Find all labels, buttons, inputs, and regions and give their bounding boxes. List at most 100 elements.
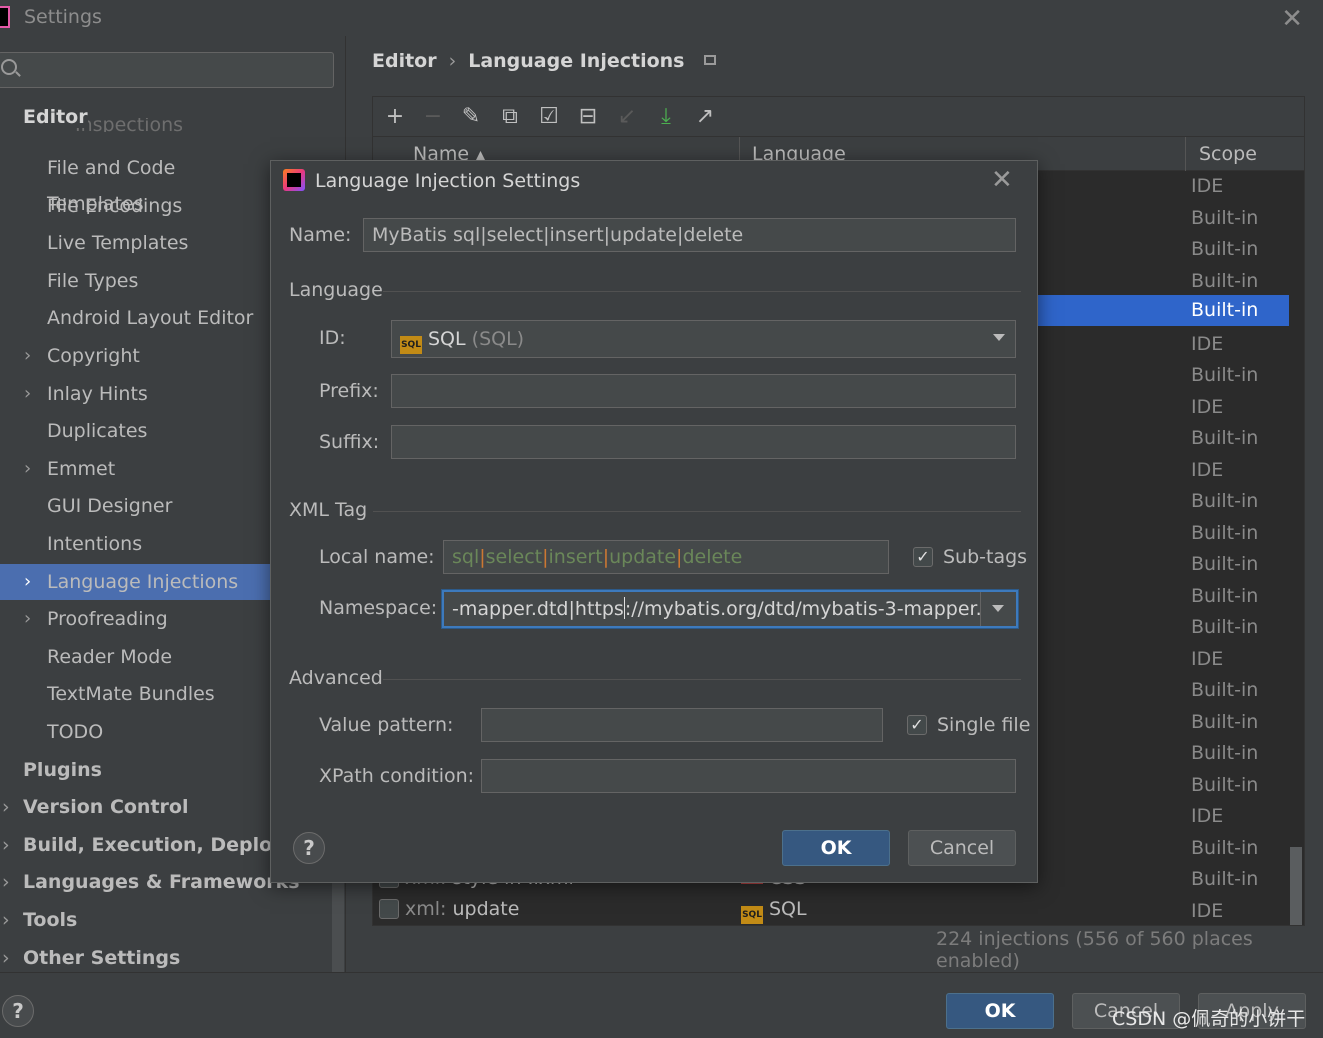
scope-value: Built-in bbox=[1191, 742, 1259, 764]
ok-button[interactable]: OK bbox=[946, 993, 1054, 1029]
scope-cell[interactable]: Built-in bbox=[1191, 203, 1289, 234]
single-file-checkbox[interactable]: ✓ bbox=[907, 715, 927, 735]
sidebar-item[interactable]: Live Templates bbox=[0, 225, 270, 261]
scope-cell[interactable]: IDE bbox=[1191, 455, 1289, 486]
import-disabled-icon[interactable]: ↙ bbox=[615, 105, 639, 129]
breadcrumb-parent[interactable]: Editor bbox=[372, 50, 437, 72]
chevron-right-icon[interactable]: › bbox=[24, 601, 31, 637]
scope-cell[interactable]: Built-in bbox=[1191, 266, 1289, 297]
scope-cell[interactable]: Built-in bbox=[1191, 486, 1289, 517]
chevron-right-icon[interactable]: › bbox=[2, 789, 10, 825]
sidebar-item-label: TextMate Bundles bbox=[47, 683, 215, 705]
value-pattern-field[interactable] bbox=[481, 708, 883, 742]
sidebar-item[interactable]: › Proofreading bbox=[0, 601, 270, 637]
local-name-field[interactable]: sql|select|insert|update|delete bbox=[443, 540, 889, 574]
subtags-checkbox[interactable]: ✓ bbox=[913, 547, 933, 567]
chevron-right-icon[interactable]: › bbox=[24, 376, 31, 412]
sidebar-item[interactable]: TODO bbox=[0, 714, 270, 750]
chevron-right-icon[interactable]: › bbox=[24, 451, 31, 487]
suffix-field[interactable] bbox=[391, 425, 1016, 459]
breadcrumb-current: Language Injections bbox=[468, 50, 685, 72]
enable-all-icon[interactable]: ☑ bbox=[537, 105, 561, 129]
column-scope[interactable]: Scope bbox=[1199, 143, 1257, 165]
selected-row[interactable]: Built-in bbox=[1038, 295, 1289, 326]
xpath-condition-field[interactable] bbox=[481, 759, 1016, 793]
table-scrollbar[interactable] bbox=[1290, 847, 1302, 925]
dialog-ok-button[interactable]: OK bbox=[782, 830, 890, 866]
sidebar-item[interactable]: Duplicates bbox=[0, 413, 270, 449]
scope-cell[interactable]: Built-in bbox=[1191, 549, 1289, 580]
edit-icon[interactable]: ✎ bbox=[459, 105, 483, 129]
close-icon[interactable]: ✕ bbox=[991, 165, 1013, 195]
scope-cell[interactable]: Built-in bbox=[1191, 518, 1289, 549]
chevron-right-icon[interactable]: › bbox=[24, 338, 31, 374]
add-icon[interactable]: + bbox=[383, 105, 407, 129]
scope-cell[interactable]: IDE bbox=[1191, 329, 1289, 360]
scope-value: Built-in bbox=[1191, 490, 1259, 512]
chevron-right-icon[interactable]: › bbox=[2, 827, 10, 863]
scope-cell[interactable]: IDE bbox=[1191, 896, 1289, 927]
scope-cell[interactable]: IDE bbox=[1191, 171, 1289, 202]
sidebar-item[interactable]: › Language Injections bbox=[0, 564, 270, 600]
sidebar-item[interactable]: File Types bbox=[0, 263, 270, 299]
help-button[interactable]: ? bbox=[293, 832, 325, 864]
close-icon[interactable]: ✕ bbox=[1281, 4, 1303, 34]
remove-icon[interactable]: − bbox=[421, 105, 445, 129]
chevron-right-icon[interactable]: › bbox=[2, 902, 10, 938]
table-row[interactable]: xml: update SQL SQL bbox=[373, 894, 1173, 925]
sidebar-item[interactable]: Intentions bbox=[0, 526, 270, 562]
scope-cell[interactable]: Built-in bbox=[1191, 612, 1289, 643]
dialog-cancel-button[interactable]: Cancel bbox=[908, 830, 1016, 866]
scope-cell[interactable]: IDE bbox=[1191, 644, 1289, 675]
sidebar-item[interactable]: File and Code Templates bbox=[0, 150, 270, 215]
namespace-dropdown-button[interactable] bbox=[980, 592, 1016, 626]
import-icon[interactable]: ⤓ bbox=[654, 105, 678, 129]
sidebar-item[interactable]: › Inlay Hints bbox=[0, 376, 270, 412]
disable-all-icon[interactable]: ⊟ bbox=[576, 105, 600, 129]
scope-cell[interactable]: Built-in bbox=[1191, 423, 1289, 454]
scope-cell[interactable]: Built-in bbox=[1191, 864, 1289, 895]
language-id-select[interactable]: SQL SQL (SQL) bbox=[391, 320, 1016, 358]
scope-cell[interactable]: Built-in bbox=[1191, 707, 1289, 738]
help-button[interactable]: ? bbox=[2, 995, 34, 1027]
row-checkbox[interactable] bbox=[379, 899, 399, 919]
scope-cell[interactable]: Built-in bbox=[1191, 234, 1289, 265]
sidebar-item-label: GUI Designer bbox=[47, 495, 173, 517]
scope-cell[interactable]: IDE bbox=[1191, 801, 1289, 832]
namespace-combo[interactable]: -mapper.dtd|https://mybatis.org/dtd/myba… bbox=[442, 590, 1018, 628]
sidebar-header-editor[interactable]: Editor bbox=[23, 106, 88, 128]
sidebar-item[interactable]: Android Layout Editor bbox=[0, 300, 270, 336]
scope-cell[interactable]: Built-in bbox=[1191, 738, 1289, 769]
sidebar-item-label: Live Templates bbox=[47, 232, 189, 254]
sidebar-item[interactable]: › Copyright bbox=[0, 338, 270, 374]
sidebar-top-item[interactable]: › Tools bbox=[0, 902, 346, 938]
scope-cell[interactable]: Built-in bbox=[1191, 360, 1289, 391]
sidebar-item[interactable]: File Encodings bbox=[0, 188, 270, 224]
sidebar-item[interactable]: GUI Designer bbox=[0, 488, 270, 524]
name-field[interactable]: MyBatis sql|select|insert|update|delete bbox=[363, 218, 1016, 252]
scope-cell[interactable]: Built-in bbox=[1191, 770, 1289, 801]
scope-value: Built-in bbox=[1191, 585, 1259, 607]
prefix-field[interactable] bbox=[391, 374, 1016, 408]
scope-cell[interactable]: Built-in bbox=[1191, 581, 1289, 612]
copy-icon[interactable]: ⧉ bbox=[498, 105, 522, 129]
chevron-right-icon[interactable]: › bbox=[2, 864, 10, 900]
sidebar-item[interactable]: TextMate Bundles bbox=[0, 676, 270, 712]
chevron-right-icon[interactable]: › bbox=[24, 564, 31, 600]
export-icon[interactable]: ↗ bbox=[693, 105, 717, 129]
scope-cell[interactable]: Built-in bbox=[1191, 833, 1289, 864]
scope-cell[interactable]: IDE bbox=[1191, 392, 1289, 423]
search-input[interactable] bbox=[0, 52, 334, 88]
scope-value: Built-in bbox=[1191, 711, 1259, 733]
sidebar-item-partial[interactable]: Inspections bbox=[75, 118, 183, 132]
scope-value: IDE bbox=[1191, 900, 1224, 922]
chevron-right-icon[interactable]: › bbox=[2, 940, 10, 976]
sidebar-top-item[interactable]: › Other Settings bbox=[0, 940, 346, 976]
local-name-label: Local name: bbox=[319, 546, 435, 568]
sidebar-item[interactable]: Reader Mode bbox=[0, 639, 270, 675]
sidebar-item[interactable]: › Emmet bbox=[0, 451, 270, 487]
namespace-label: Namespace: bbox=[319, 597, 438, 619]
scope-cell[interactable]: Built-in bbox=[1191, 675, 1289, 706]
search-icon bbox=[1, 59, 17, 75]
sidebar-top-item-label: Plugins bbox=[23, 759, 102, 781]
